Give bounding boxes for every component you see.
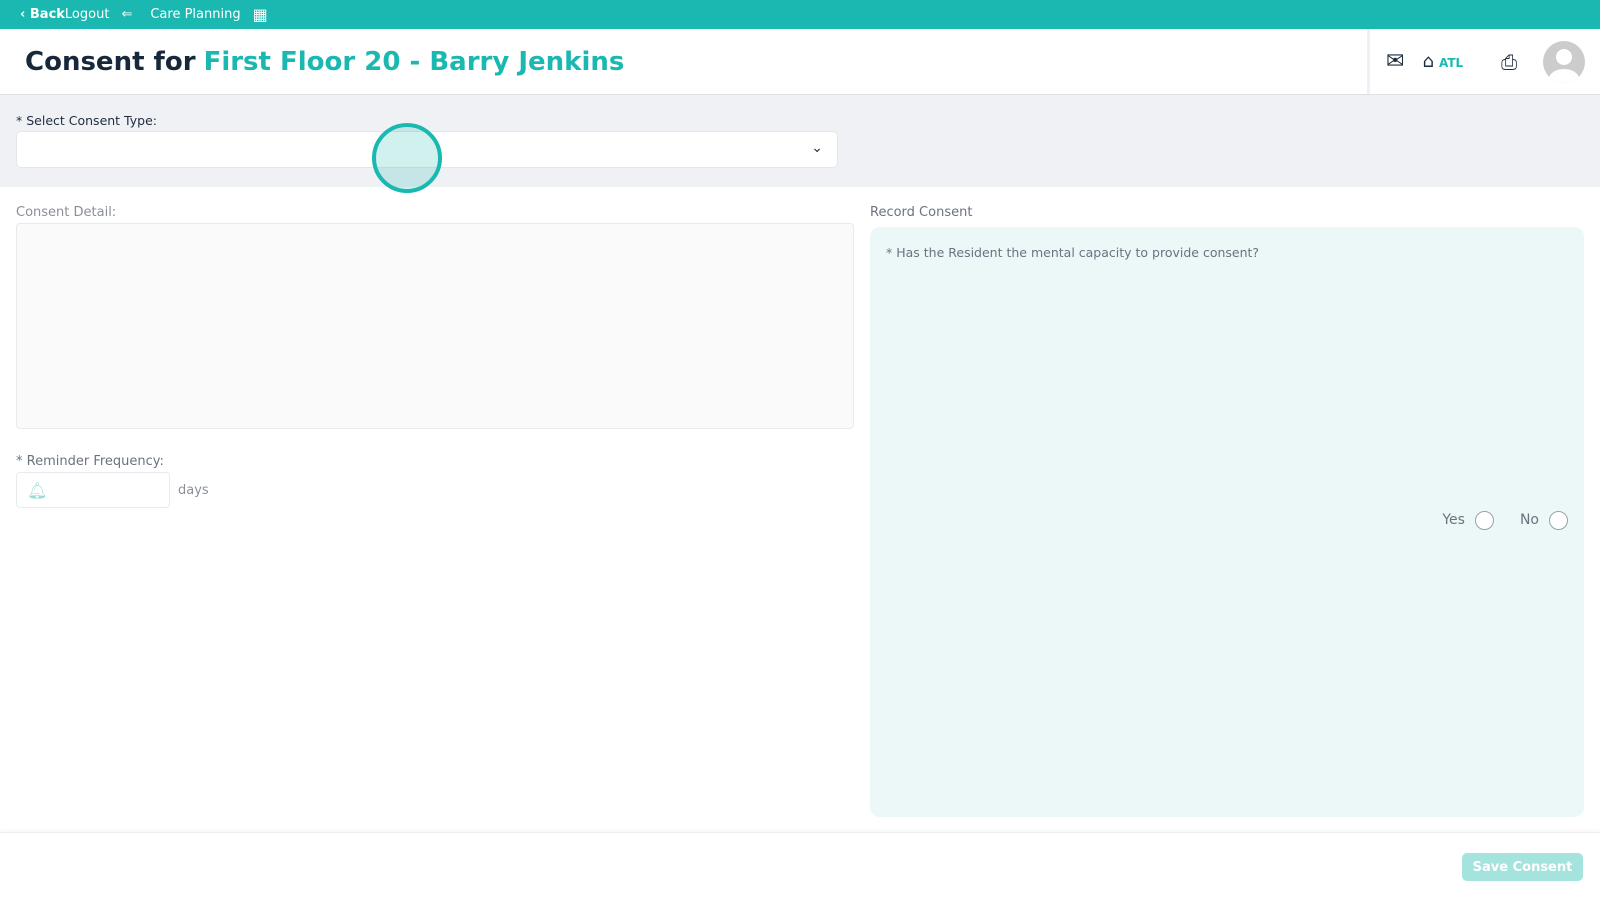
title-prefix: Consent for [25,46,196,77]
capacity-question: * Has the Resident the mental capacity t… [886,245,1260,260]
bell-icon: 🔔︎ [27,481,48,500]
consent-type-label: * Select Consent Type: [16,113,157,128]
reminder-label: * Reminder Frequency: [16,454,164,469]
record-consent-panel: * Has the Resident the mental capacity t… [870,227,1584,817]
consent-detail-textarea[interactable] [16,223,854,429]
avatar[interactable] [1543,40,1586,83]
app-name[interactable]: Care Planning [150,7,240,22]
home-icon: ⌂ [1422,51,1434,72]
home-button[interactable]: ⌂ ATL [1422,51,1463,72]
footer: Save Consent [0,832,1600,900]
mail-icon[interactable]: ✉ [1386,49,1404,74]
consent-type-section: * Select Consent Type: ⌄ [0,95,1600,187]
logout-link[interactable]: Logout [65,7,110,22]
consent-detail-label: Consent Detail: [16,205,117,220]
print-icon[interactable]: ⎙ [1501,50,1517,74]
chevron-down-icon: ⌄ [811,140,823,156]
no-label: No [1519,512,1539,528]
no-option[interactable]: No [1519,510,1568,530]
yes-radio[interactable] [1474,510,1494,530]
record-consent-title: Record Consent [870,205,973,220]
reminder-frequency-input[interactable]: 🔔︎ [16,472,170,508]
yes-label: Yes [1442,512,1465,528]
apps-grid-icon[interactable]: ▦ [253,5,268,24]
no-radio[interactable] [1549,510,1568,530]
logout-icon[interactable]: ⇐ [121,7,132,22]
click-indicator [372,123,442,193]
page-header: Consent for First Floor 20 - Barry Jenki… [0,29,1600,95]
home-label: ATL [1438,56,1464,70]
page-title: Consent for First Floor 20 - Barry Jenki… [0,29,1367,94]
resident-name: First Floor 20 - Barry Jenkins [203,46,625,77]
back-link[interactable]: ‹ Back [20,7,65,22]
reminder-unit: days [178,482,209,498]
save-consent-button[interactable]: Save Consent [1462,853,1583,881]
top-bar: ‹ Back Logout ⇐ Care Planning ▦ [0,0,1600,29]
yes-option[interactable]: Yes [1442,510,1494,530]
